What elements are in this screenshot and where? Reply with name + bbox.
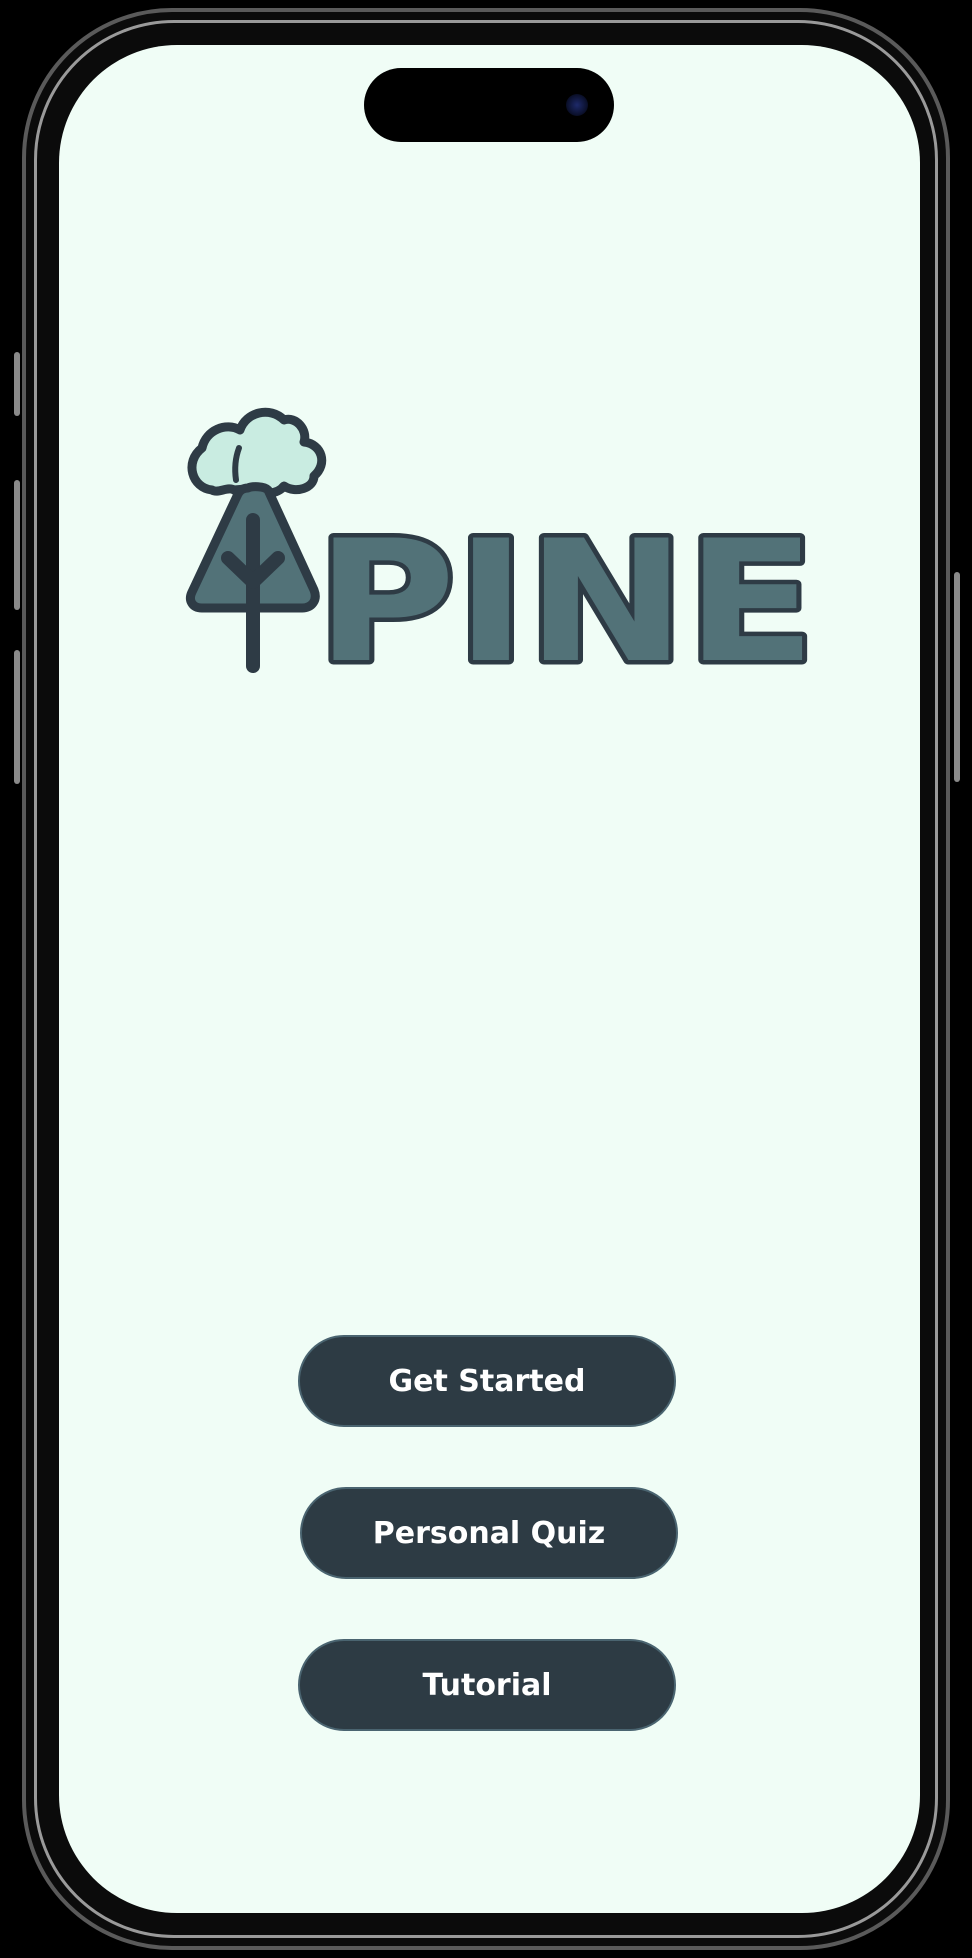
- get-started-button[interactable]: Get Started: [298, 1335, 676, 1427]
- volume-down-button: [14, 650, 20, 784]
- tutorial-button[interactable]: Tutorial: [298, 1639, 676, 1731]
- pine-logo: PINE: [185, 407, 821, 705]
- app-screen: PINE Get Started Personal Quiz Tutorial: [59, 45, 920, 1913]
- power-button: [954, 572, 960, 782]
- volume-up-button: [14, 480, 20, 610]
- personal-quiz-button[interactable]: Personal Quiz: [300, 1487, 678, 1579]
- dynamic-island: [364, 68, 614, 142]
- logo-wordmark: PINE: [316, 504, 816, 700]
- pine-tree-icon: [185, 407, 327, 673]
- mute-switch: [14, 352, 20, 416]
- camera-icon: [566, 94, 588, 116]
